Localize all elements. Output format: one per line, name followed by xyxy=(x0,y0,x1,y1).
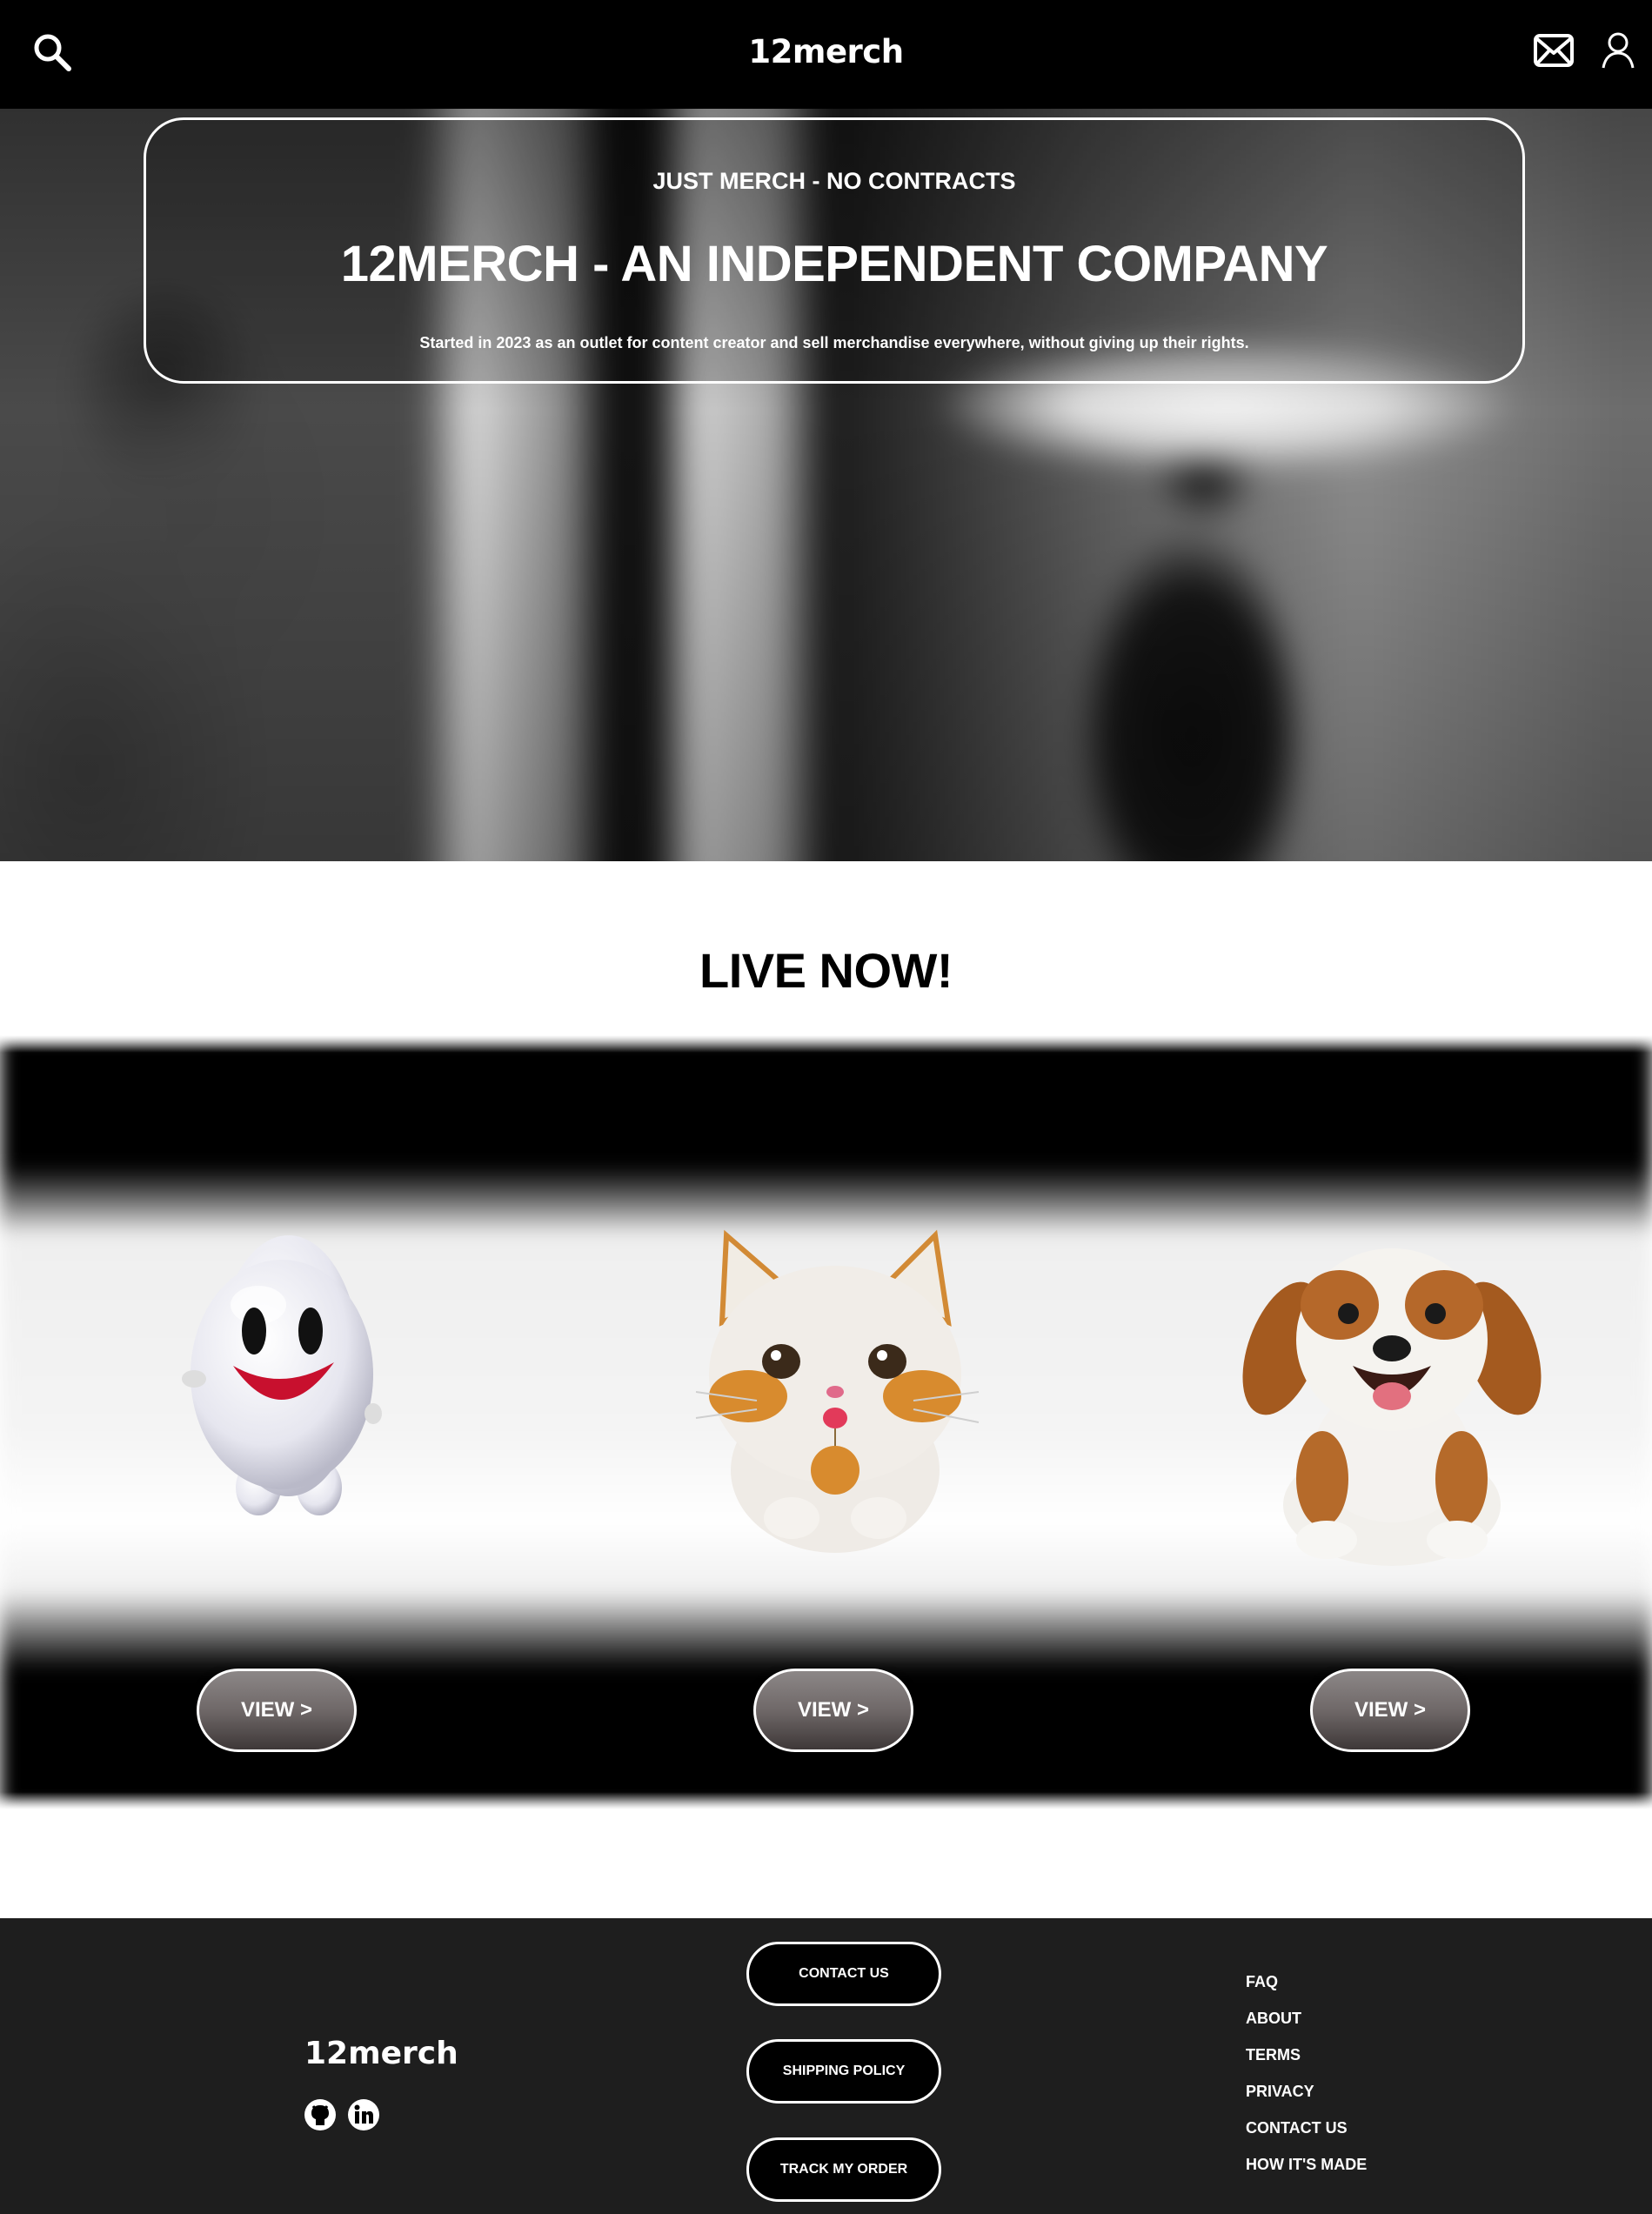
mail-icon[interactable] xyxy=(1533,33,1575,68)
footer-links: FAQ ABOUT TERMS PRIVACY CONTACT US HOW I… xyxy=(1246,1972,1367,2191)
user-icon[interactable] xyxy=(1601,31,1635,70)
github-icon[interactable] xyxy=(304,2098,337,2131)
footer-link-about[interactable]: ABOUT xyxy=(1246,2009,1367,2045)
product-image-puppy-figure[interactable] xyxy=(1227,1218,1557,1566)
footer-logo[interactable]: 12merch xyxy=(304,2036,458,2071)
contact-us-button[interactable]: CONTACT US xyxy=(746,1942,941,2006)
view-product-button-3[interactable]: VIEW > xyxy=(1310,1669,1470,1752)
hero-banner: JUST MERCH - NO CONTRACTS 12MERCH - AN I… xyxy=(0,109,1652,861)
hero-kicker: JUST MERCH - NO CONTRACTS xyxy=(652,168,1016,194)
footer-link-privacy[interactable]: PRIVACY xyxy=(1246,2082,1367,2118)
site-logo[interactable]: 12merch xyxy=(0,33,1652,70)
view-product-button-2[interactable]: VIEW > xyxy=(753,1669,913,1752)
product-image-white-smiley-toy[interactable] xyxy=(115,1209,445,1557)
product-showcase: VIEW > VIEW > VIEW > xyxy=(0,1035,1652,1809)
footer-link-faq[interactable]: FAQ xyxy=(1246,1972,1367,2009)
hero-headline: 12MERCH - AN INDEPENDENT COMPANY xyxy=(340,236,1328,292)
footer-link-contact-us[interactable]: CONTACT US xyxy=(1246,2118,1367,2155)
hero-subtext: Started in 2023 as an outlet for content… xyxy=(419,334,1249,351)
site-footer: 12merch CONTACT US SHIPPING POLICY TRACK… xyxy=(0,1918,1652,2214)
hero-text-card: JUST MERCH - NO CONTRACTS 12MERCH - AN I… xyxy=(144,117,1525,384)
track-my-order-button[interactable]: TRACK MY ORDER xyxy=(746,2137,941,2202)
footer-link-terms[interactable]: TERMS xyxy=(1246,2045,1367,2082)
linkedin-icon[interactable] xyxy=(347,2098,380,2131)
top-navigation-bar: 12merch xyxy=(0,0,1652,109)
footer-link-how-its-made[interactable]: HOW IT'S MADE xyxy=(1246,2155,1367,2191)
product-image-plush-cat-toy[interactable] xyxy=(670,1209,1000,1557)
live-now-heading: LIVE NOW! xyxy=(699,943,953,998)
shipping-policy-button[interactable]: SHIPPING POLICY xyxy=(746,2039,941,2104)
view-product-button-1[interactable]: VIEW > xyxy=(197,1669,357,1752)
